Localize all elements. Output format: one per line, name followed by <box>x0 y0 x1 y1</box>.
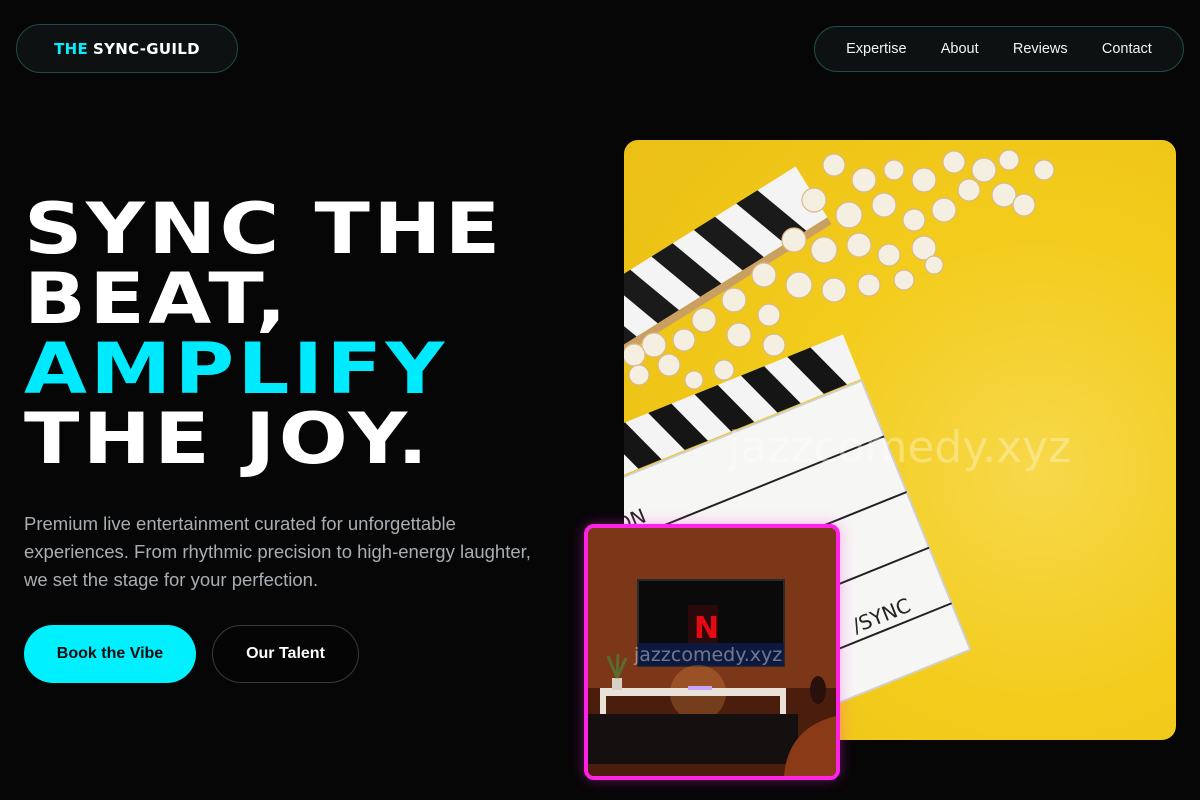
brand-logo-name: SYNC-GUILD <box>93 39 200 58</box>
hero-inset-image: N jazzcomedy.xyz <box>584 524 840 780</box>
main-nav: Expertise About Reviews Contact <box>814 26 1184 72</box>
hero-headline-line-1: SYNC THE <box>24 188 504 270</box>
nav-link-expertise[interactable]: Expertise <box>846 41 906 57</box>
streaming-logo-icon: N <box>694 611 719 646</box>
hero-description: Premium live entertainment curated for u… <box>24 513 531 590</box>
hero-headline-line-4: THE JOY. <box>24 398 432 480</box>
main-image-watermark: jazzcomedy.xyz <box>728 422 1072 473</box>
hero-headline: SYNC THE BEAT, AMPLIFY THE JOY. <box>24 194 504 474</box>
brand-logo-accent: THE <box>54 39 89 58</box>
nav-link-contact[interactable]: Contact <box>1102 41 1152 57</box>
hero-headline-line-3: AMPLIFY <box>24 328 448 410</box>
nav-link-reviews[interactable]: Reviews <box>1013 41 1068 57</box>
hero-headline-line-2: BEAT, <box>24 258 290 340</box>
inset-image-watermark: jazzcomedy.xyz <box>634 644 783 666</box>
our-talent-button[interactable]: Our Talent <box>212 625 359 683</box>
book-the-vibe-button[interactable]: Book the Vibe <box>24 625 196 683</box>
nav-link-about[interactable]: About <box>941 41 979 57</box>
brand-logo[interactable]: THE SYNC-GUILD <box>16 24 238 73</box>
